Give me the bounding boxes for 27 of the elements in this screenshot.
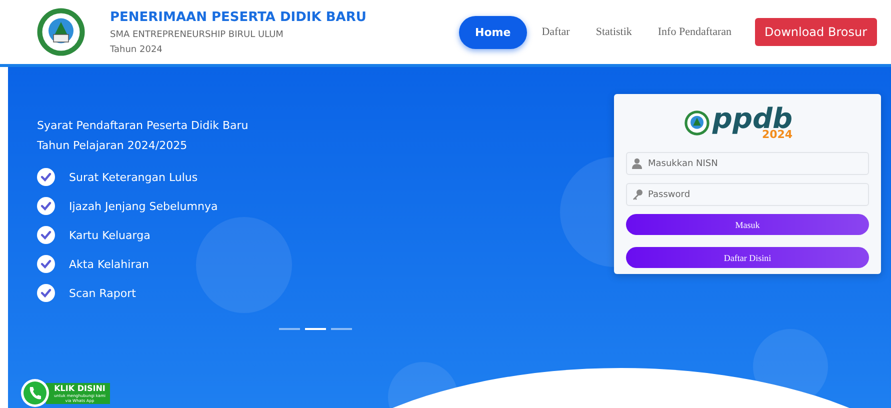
password-input-field[interactable]: Password bbox=[626, 183, 869, 206]
slide-indicator[interactable] bbox=[331, 328, 352, 330]
school-emblem-icon bbox=[684, 110, 710, 136]
school-emblem-icon bbox=[36, 7, 86, 57]
school-name: SMA ENTREPRENEURSHIP BIRUL ULUM bbox=[110, 30, 284, 40]
slide-indicator[interactable] bbox=[305, 328, 326, 330]
ppdb-logo-text: ppdb bbox=[712, 106, 793, 132]
login-button[interactable]: Masuk bbox=[626, 214, 869, 235]
year-label: Tahun 2024 bbox=[110, 44, 164, 54]
requirement-text: Kartu Keluarga bbox=[69, 228, 150, 242]
download-brochure-button[interactable]: Download Brosur bbox=[754, 18, 877, 46]
slide-indicator[interactable] bbox=[279, 328, 300, 330]
requirements-heading: Syarat Pendaftaran Peserta Didik Baru bbox=[37, 118, 250, 134]
register-button[interactable]: Daftar Disini bbox=[626, 247, 869, 268]
requirement-text: Ijazah Jenjang Sebelumnya bbox=[69, 200, 218, 212]
nav-link[interactable]: Info Pendaftaran bbox=[646, 16, 742, 48]
site-title: PENERIMAAN PESERTA DIDIK BARU bbox=[110, 10, 366, 24]
nav-link[interactable]: Home bbox=[459, 16, 527, 48]
nav-link[interactable]: Statistik bbox=[584, 16, 643, 48]
requirements-heading: Tahun Pelajaran 2024/2025 bbox=[37, 138, 188, 154]
requirement-text: Akta Kelahiran bbox=[69, 258, 149, 270]
nav-link[interactable]: Daftar bbox=[530, 16, 581, 48]
whatsapp-title: KLIK DISINI bbox=[54, 384, 106, 392]
requirement-text: Scan Raport bbox=[69, 286, 136, 300]
nisn-input-field[interactable]: Masukkan NISN bbox=[626, 152, 869, 175]
requirement-text: Surat Keterangan Lulus bbox=[69, 170, 198, 184]
whatsapp-icon bbox=[20, 378, 50, 408]
